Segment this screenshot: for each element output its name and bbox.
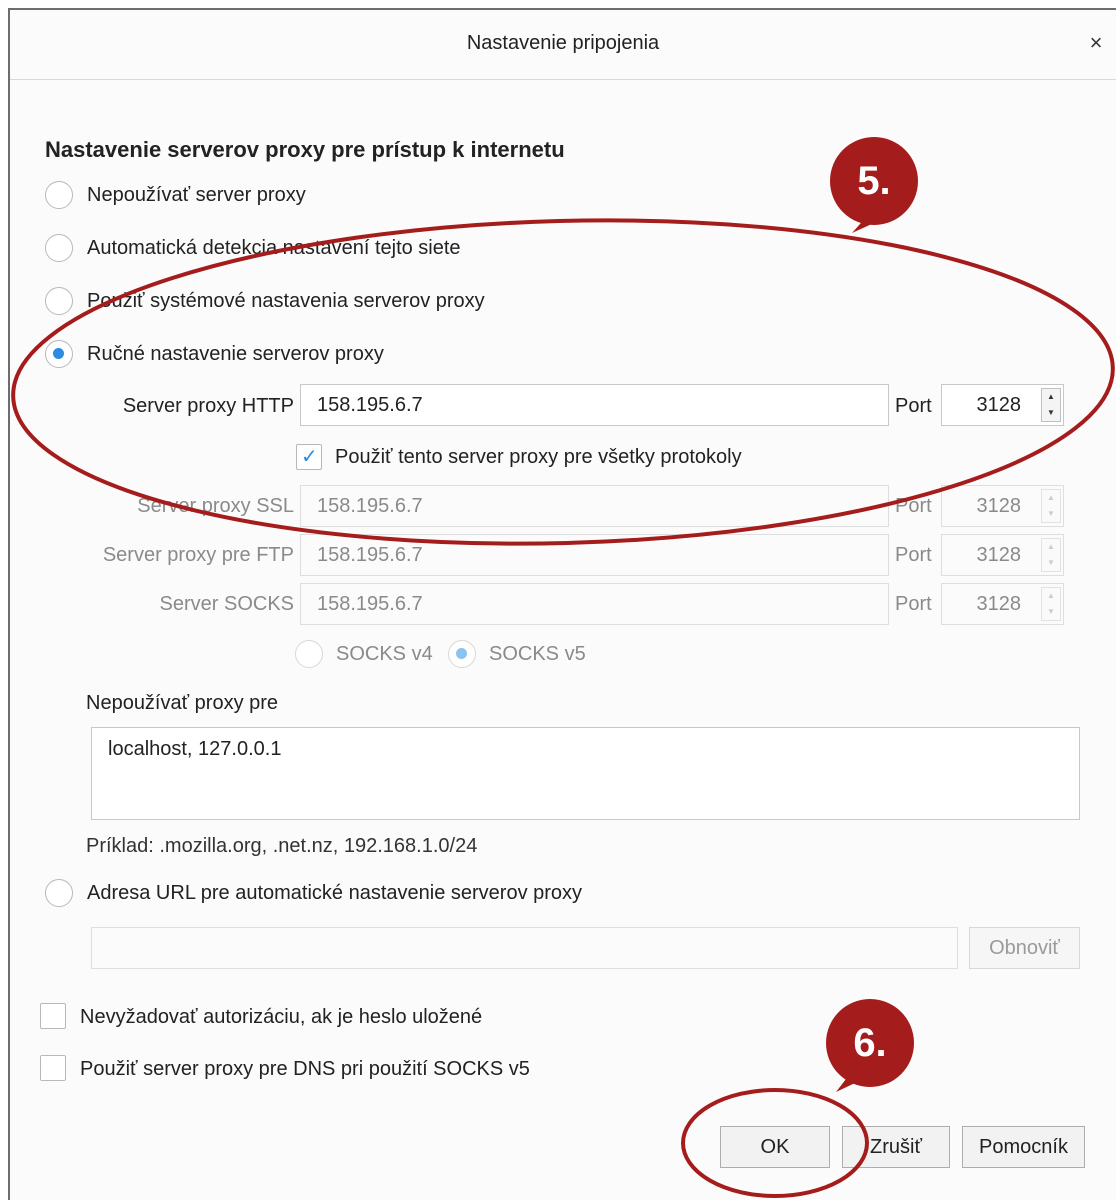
radio-auto-url-label: Adresa URL pre automatické nastavenie se… [87, 882, 583, 904]
ssl-port-input[interactable]: 3128 ▲ ▼ [941, 485, 1064, 527]
ftp-proxy-input[interactable]: 158.195.6.7 [300, 534, 889, 576]
cancel-button[interactable]: Zrušiť [842, 1126, 950, 1168]
dialog-title: Nastavenie pripojenia [466, 32, 660, 54]
socks-port-value: 3128 [976, 593, 1022, 615]
http-port-label: Port [895, 395, 932, 417]
spin-up-icon[interactable]: ▲ [1042, 588, 1060, 604]
no-proxy-label: Nepoužívať proxy pre [86, 692, 279, 714]
radio-auto-detect-label: Automatická detekcia nastavení tejto sie… [87, 237, 461, 259]
spin-down-icon[interactable]: ▼ [1042, 604, 1060, 620]
spin-down-icon[interactable]: ▼ [1042, 506, 1060, 522]
radio-no-proxy[interactable] [45, 181, 73, 209]
close-icon[interactable]: × [1082, 28, 1110, 58]
use-for-all-checkbox[interactable] [296, 444, 322, 470]
socks-port-spinner[interactable]: ▲ ▼ [1041, 587, 1061, 621]
ftp-port-input[interactable]: 3128 ▲ ▼ [941, 534, 1064, 576]
socks-server-label: Server SOCKS [159, 593, 294, 615]
step-6-badge: 6. [826, 999, 914, 1087]
dns-socks-label: Použiť server proxy pre DNS pri použití … [80, 1058, 530, 1080]
no-auth-checkbox[interactable] [40, 1003, 66, 1029]
step-5-badge: 5. [830, 137, 918, 225]
radio-manual-proxy[interactable] [45, 340, 73, 368]
no-proxy-textarea[interactable]: localhost, 127.0.0.1 [91, 727, 1080, 820]
ssl-proxy-label: Server proxy SSL [137, 495, 294, 517]
ssl-port-spinner[interactable]: ▲ ▼ [1041, 489, 1061, 523]
ftp-port-label: Port [895, 544, 932, 566]
socks-port-label: Port [895, 593, 932, 615]
radio-system-proxy[interactable] [45, 287, 73, 315]
spin-up-icon[interactable]: ▲ [1042, 490, 1060, 506]
http-proxy-input[interactable]: 158.195.6.7 [300, 384, 889, 426]
ssl-port-label: Port [895, 495, 932, 517]
ftp-port-spinner[interactable]: ▲ ▼ [1041, 538, 1061, 572]
ftp-port-value: 3128 [976, 544, 1022, 566]
ok-button[interactable]: OK [720, 1126, 830, 1168]
spin-down-icon[interactable]: ▼ [1042, 555, 1060, 571]
no-proxy-example: Príklad: .mozilla.org, .net.nz, 192.168.… [86, 835, 478, 857]
radio-socks-v5-label: SOCKS v5 [489, 643, 586, 665]
reload-button[interactable]: Obnoviť [969, 927, 1080, 969]
radio-manual-proxy-label: Ručné nastavenie serverov proxy [87, 343, 384, 365]
http-port-spinner[interactable]: ▲ ▼ [1041, 388, 1061, 422]
radio-socks-v5[interactable] [448, 640, 476, 668]
radio-no-proxy-label: Nepoužívať server proxy [87, 184, 306, 206]
http-port-value: 3128 [976, 394, 1022, 416]
radio-auto-detect[interactable] [45, 234, 73, 262]
proxy-heading: Nastavenie serverov proxy pre prístup k … [45, 137, 565, 162]
ftp-proxy-label: Server proxy pre FTP [102, 544, 294, 566]
http-proxy-label: Server proxy HTTP [122, 395, 294, 417]
title-bar: Nastavenie pripojenia × [10, 10, 1116, 80]
ssl-proxy-input[interactable]: 158.195.6.7 [300, 485, 889, 527]
radio-auto-url[interactable] [45, 879, 73, 907]
spin-up-icon[interactable]: ▲ [1042, 539, 1060, 555]
dns-socks-checkbox[interactable] [40, 1055, 66, 1081]
use-for-all-label: Použiť tento server proxy pre všetky pro… [335, 446, 742, 468]
spin-down-icon[interactable]: ▼ [1042, 405, 1060, 421]
radio-socks-v4-label: SOCKS v4 [336, 643, 433, 665]
no-auth-label: Nevyžadovať autorizáciu, ak je heslo ulo… [80, 1006, 483, 1028]
radio-socks-v4[interactable] [295, 640, 323, 668]
socks-server-input[interactable]: 158.195.6.7 [300, 583, 889, 625]
radio-system-proxy-label: Použiť systémové nastavenia serverov pro… [87, 290, 485, 312]
socks-port-input[interactable]: 3128 ▲ ▼ [941, 583, 1064, 625]
help-button[interactable]: Pomocník [962, 1126, 1085, 1168]
http-port-input[interactable]: 3128 ▲ ▼ [941, 384, 1064, 426]
ssl-port-value: 3128 [976, 495, 1022, 517]
spin-up-icon[interactable]: ▲ [1042, 389, 1060, 405]
auto-url-input[interactable] [91, 927, 958, 969]
